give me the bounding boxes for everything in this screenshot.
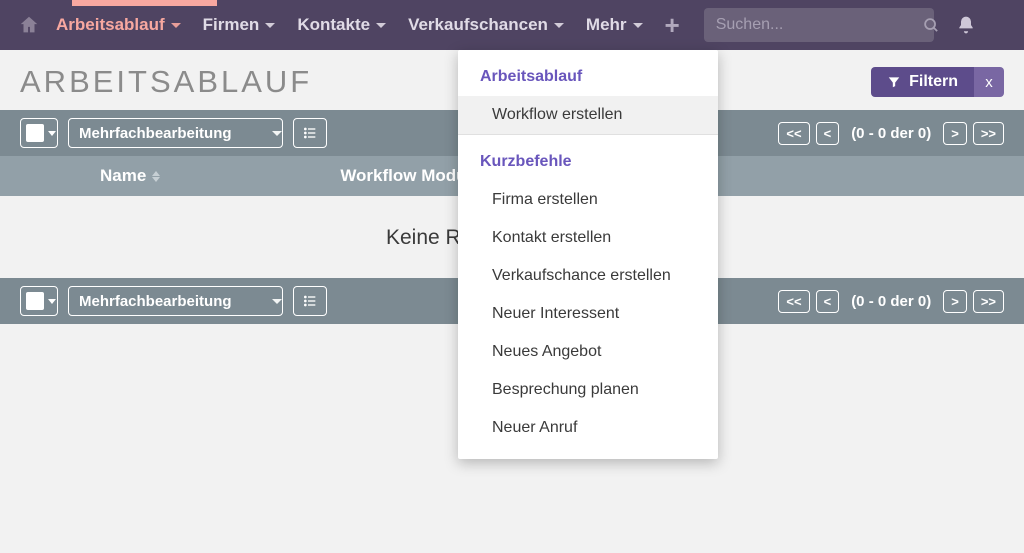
column-label: Workflow Modul	[340, 166, 471, 186]
column-chooser-button[interactable]	[293, 118, 327, 148]
chevron-down-icon	[376, 23, 386, 28]
chevron-down-icon	[171, 23, 181, 28]
menu-neues-angebot[interactable]: Neues Angebot	[458, 333, 718, 371]
nav-verkaufschancen[interactable]: Verkaufschancen	[402, 15, 570, 35]
filter-icon	[887, 75, 901, 89]
search-icon[interactable]	[923, 17, 940, 34]
column-chooser-button[interactable]	[293, 286, 327, 316]
chevron-down-icon	[272, 131, 282, 136]
quick-create-menu: Arbeitsablauf Workflow erstellen Kurzbef…	[458, 50, 718, 459]
pager-range-text: (0 - 0 der 0)	[851, 293, 931, 310]
column-workflow-modul[interactable]: Workflow Modul	[340, 166, 471, 186]
search-field[interactable]	[704, 8, 934, 42]
nav-kontakte[interactable]: Kontakte	[291, 15, 392, 35]
pager-last-button[interactable]: >>	[973, 122, 1004, 145]
nav-label: Kontakte	[297, 15, 370, 35]
nav-arbeitsablauf[interactable]: Arbeitsablauf	[50, 15, 187, 35]
nav-label: Mehr	[586, 15, 627, 35]
nav-active-indicator	[72, 0, 217, 6]
home-icon[interactable]	[18, 14, 40, 36]
chevron-down-icon	[265, 23, 275, 28]
menu-kontakt-erstellen[interactable]: Kontakt erstellen	[458, 219, 718, 257]
pager-next-button[interactable]: >	[943, 122, 967, 145]
sort-icon	[152, 171, 160, 182]
page-title: ARBEITSABLAUF	[20, 64, 312, 100]
chevron-down-icon	[272, 299, 282, 304]
menu-firma-erstellen[interactable]: Firma erstellen	[458, 181, 718, 219]
pager-bottom: << < (0 - 0 der 0) > >>	[778, 290, 1004, 313]
checkbox-icon	[26, 124, 44, 142]
chevron-down-icon	[633, 23, 643, 28]
dropdown-section-title: Arbeitsablauf	[458, 50, 718, 96]
dropdown-section-title: Kurzbefehle	[458, 135, 718, 181]
bulk-action-select[interactable]: Mehrfachbearbeitung	[68, 118, 283, 148]
filter-button-group: Filtern x	[871, 67, 1004, 97]
select-all-checkbox[interactable]	[20, 286, 58, 316]
pager-prev-button[interactable]: <	[816, 122, 840, 145]
chevron-down-icon	[554, 23, 564, 28]
column-label: Name	[100, 166, 146, 186]
pager-first-button[interactable]: <<	[778, 122, 809, 145]
nav-firmen[interactable]: Firmen	[197, 15, 282, 35]
filter-close-button[interactable]: x	[974, 67, 1004, 97]
menu-workflow-erstellen[interactable]: Workflow erstellen	[458, 96, 718, 134]
pager-last-button[interactable]: >>	[973, 290, 1004, 313]
bulk-label: Mehrfachbearbeitung	[79, 125, 232, 142]
nav-mehr[interactable]: Mehr	[580, 15, 649, 35]
column-name[interactable]: Name	[100, 166, 160, 186]
menu-neuer-interessent[interactable]: Neuer Interessent	[458, 295, 718, 333]
pager-first-button[interactable]: <<	[778, 290, 809, 313]
menu-besprechung-planen[interactable]: Besprechung planen	[458, 371, 718, 409]
plus-icon[interactable]: +	[665, 10, 680, 41]
pager-prev-button[interactable]: <	[816, 290, 840, 313]
bell-icon[interactable]	[956, 15, 976, 35]
bulk-action-select[interactable]: Mehrfachbearbeitung	[68, 286, 283, 316]
checkbox-icon	[26, 292, 44, 310]
bulk-label: Mehrfachbearbeitung	[79, 293, 232, 310]
menu-verkaufschance-erstellen[interactable]: Verkaufschance erstellen	[458, 257, 718, 295]
chevron-down-icon	[48, 131, 56, 136]
filter-button[interactable]: Filtern	[871, 67, 974, 97]
chevron-down-icon	[48, 299, 56, 304]
nav-label: Arbeitsablauf	[56, 15, 165, 35]
menu-neuer-anruf[interactable]: Neuer Anruf	[458, 409, 718, 447]
select-all-checkbox[interactable]	[20, 118, 58, 148]
search-input[interactable]	[716, 16, 923, 34]
nav-label: Verkaufschancen	[408, 15, 548, 35]
pager-next-button[interactable]: >	[943, 290, 967, 313]
pager-range-text: (0 - 0 der 0)	[851, 125, 931, 142]
filter-label: Filtern	[909, 73, 958, 91]
main-navbar: Arbeitsablauf Firmen Kontakte Verkaufsch…	[0, 0, 1024, 50]
nav-label: Firmen	[203, 15, 260, 35]
pager-top: << < (0 - 0 der 0) > >>	[778, 122, 1004, 145]
